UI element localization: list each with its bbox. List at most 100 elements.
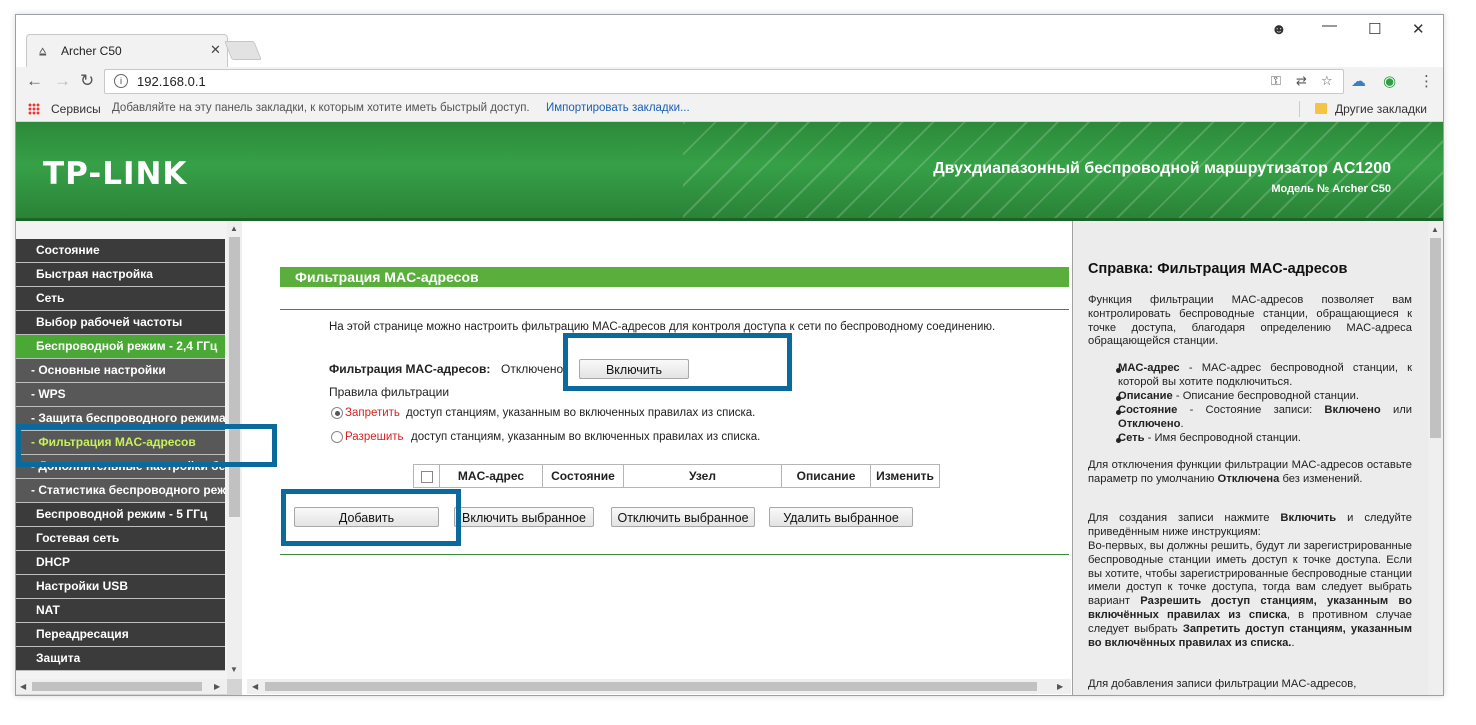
tab-title: Archer C50 (61, 44, 122, 58)
sidebar-item-wireless-24[interactable]: Беспроводной режим - 2,4 ГГц (16, 335, 225, 359)
key-icon[interactable]: ⚿ (1271, 73, 1281, 89)
column-status: Состояние (542, 464, 624, 488)
browser-toolbar: ← → ↻ i 192.168.0.1 ⚿ ⇄ ☆ ☁ ◉ ⋮ (16, 67, 1443, 97)
help-intro: Функция фильтрации MAC-адресов позволяет… (1088, 294, 1412, 348)
star-icon[interactable]: ☆ (1321, 73, 1333, 89)
sidebar-item-wireless-statistics[interactable]: - Статистика беспроводного режима (16, 479, 225, 503)
translate-icon[interactable]: ⇄ (1296, 73, 1307, 89)
sidebar-item-wps[interactable]: - WPS (16, 383, 225, 407)
sidebar-item-wireless-5[interactable]: Беспроводной режим - 5 ГГц (16, 503, 225, 527)
delete-selected-button[interactable]: Удалить выбранное (769, 507, 913, 527)
apps-icon[interactable] (28, 103, 40, 115)
router-admin-page: TP-LINK Двухдиапазонный беспроводной мар… (16, 122, 1443, 695)
other-bookmarks-link[interactable]: Другие закладки (1335, 102, 1427, 116)
help-item-network: Сеть - Имя беспроводной станции. (1118, 432, 1412, 446)
deny-radio[interactable] (331, 407, 343, 419)
allow-radio[interactable] (331, 431, 343, 443)
url-text: 192.168.0.1 (137, 74, 206, 89)
apps-link[interactable]: Сервисы (51, 102, 101, 116)
filter-label: Фильтрация MAC-адресов: (329, 362, 491, 376)
allow-description: доступ станциям, указанным во включенных… (411, 431, 761, 443)
help-term-text: - Описание беспроводной станции. (1172, 390, 1359, 402)
maximize-icon[interactable]: ☐ (1368, 20, 1381, 38)
extension-circle-icon[interactable]: ◉ (1383, 72, 1396, 90)
close-tab-icon[interactable]: ✕ (210, 42, 221, 58)
deny-description: доступ станциям, указанным во включенных… (406, 407, 756, 419)
sidebar-item-dhcp[interactable]: DHCP (16, 551, 225, 575)
bookmarks-bar: Сервисы Добавляйте на эту панель закладк… (16, 97, 1443, 122)
help-bold: Отключена (1217, 472, 1280, 485)
scrollbar-thumb[interactable] (265, 682, 1037, 691)
help-text: . (1180, 417, 1184, 430)
import-bookmarks-link[interactable]: Импортировать закладки... (546, 102, 690, 114)
scroll-left-icon[interactable]: ◀ (252, 682, 258, 691)
scroll-right-icon[interactable]: ▶ (214, 682, 220, 691)
scroll-left-icon[interactable]: ◀ (20, 682, 26, 691)
sidebar-item-security[interactable]: Защита (16, 647, 225, 671)
column-edit: Изменить (870, 464, 940, 488)
section-title: Фильтрация MAC-адресов (280, 267, 1069, 287)
main-content: Фильтрация MAC-адресов На этой странице … (247, 221, 1071, 695)
sidebar-item-guest-network[interactable]: Гостевая сеть (16, 527, 225, 551)
section-divider (280, 309, 1069, 310)
scrollbar-thumb[interactable] (229, 237, 240, 517)
scrollbar-thumb[interactable] (32, 682, 202, 691)
help-bold: Отключено (1118, 417, 1181, 430)
browser-tab[interactable]: ⩠ Archer C50 ✕ (26, 34, 228, 69)
sidebar-horizontal-scrollbar[interactable]: ◀ ▶ (16, 679, 227, 694)
extension-cloud-icon[interactable]: ☁ (1351, 72, 1366, 90)
sidebar-item-usb[interactable]: Настройки USB (16, 575, 225, 599)
help-term: Состояние (1118, 404, 1178, 416)
bookmarks-hint: Добавляйте на эту панель закладки, к кот… (112, 102, 530, 114)
mac-filter-table: MAC-адрес Состояние Узел Описание Измени… (413, 464, 940, 488)
help-item-status: Состояние - Состояние записи: Включено и… (1118, 404, 1412, 432)
help-bold: Включено (1324, 404, 1381, 416)
product-title: Двухдиапазонный беспроводной маршрутизат… (933, 160, 1391, 177)
scroll-up-icon[interactable]: ▲ (1431, 225, 1439, 234)
sidebar-item-band-selection[interactable]: Выбор рабочей частоты (16, 311, 225, 335)
sidebar-item-quick-setup[interactable]: Быстрая настройка (16, 263, 225, 287)
filter-status: Отключено (501, 362, 564, 376)
highlight-add-button (281, 489, 461, 546)
close-window-icon[interactable]: ✕ (1412, 20, 1425, 38)
disable-selected-button[interactable]: Отключить выбранное (611, 507, 755, 527)
help-body: Справка: Фильтрация MAC-адресов Функция … (1088, 221, 1412, 695)
sidebar-item-nat[interactable]: NAT (16, 599, 225, 623)
help-text: Для создания записи нажмите (1088, 512, 1281, 524)
help-text: без изменений. (1279, 472, 1363, 485)
address-bar[interactable]: i 192.168.0.1 ⚿ ⇄ ☆ (104, 69, 1344, 94)
select-all-checkbox[interactable] (420, 470, 433, 483)
deny-word: Запретить (345, 407, 400, 419)
help-item-description: Описание - Описание беспроводной станции… (1118, 390, 1412, 404)
column-description: Описание (781, 464, 871, 488)
sidebar-item-forwarding[interactable]: Переадресация (16, 623, 225, 647)
help-paragraph-instructions: Во-первых, вы должны решить, будут ли за… (1088, 540, 1412, 650)
scroll-down-icon[interactable]: ▼ (230, 665, 238, 674)
forward-icon[interactable]: → (54, 71, 71, 91)
menu-dots-icon[interactable]: ⋮ (1419, 72, 1434, 90)
filter-rules-label: Правила фильтрации (329, 385, 450, 399)
content-horizontal-scrollbar[interactable]: ◀ ▶ (247, 679, 1071, 694)
back-icon[interactable]: ← (26, 71, 43, 91)
sidebar-item-status[interactable]: Состояние (16, 239, 225, 263)
profile-icon[interactable]: ☻ (1271, 21, 1287, 38)
help-term: Описание (1118, 390, 1173, 402)
tab-strip: ⩠ Archer C50 ✕ ☻ — ☐ ✕ (16, 15, 1443, 69)
help-item-mac: MAC-адрес - MAC-адрес беспроводной станц… (1118, 362, 1412, 390)
sidebar-item-network[interactable]: Сеть (16, 287, 225, 311)
folder-icon (1315, 103, 1327, 114)
tp-link-logo: TP-LINK (43, 156, 188, 192)
reload-icon[interactable]: ↻ (80, 71, 94, 91)
scroll-right-icon[interactable]: ▶ (1057, 682, 1063, 691)
site-info-icon[interactable]: i (114, 74, 128, 88)
bottom-divider (280, 554, 1069, 555)
scroll-up-icon[interactable]: ▲ (230, 224, 238, 233)
enable-selected-button[interactable]: Включить выбранное (454, 507, 594, 527)
help-term-text: - Имя беспроводной станции. (1144, 432, 1302, 444)
help-vertical-scrollbar[interactable]: ▲ (1428, 221, 1443, 695)
minimize-icon[interactable]: — (1322, 17, 1337, 34)
sidebar-item-basic-settings[interactable]: - Основные настройки (16, 359, 225, 383)
new-tab-button[interactable] (224, 41, 262, 60)
header-banner: TP-LINK Двухдиапазонный беспроводной мар… (16, 122, 1443, 221)
scrollbar-thumb[interactable] (1430, 238, 1441, 438)
